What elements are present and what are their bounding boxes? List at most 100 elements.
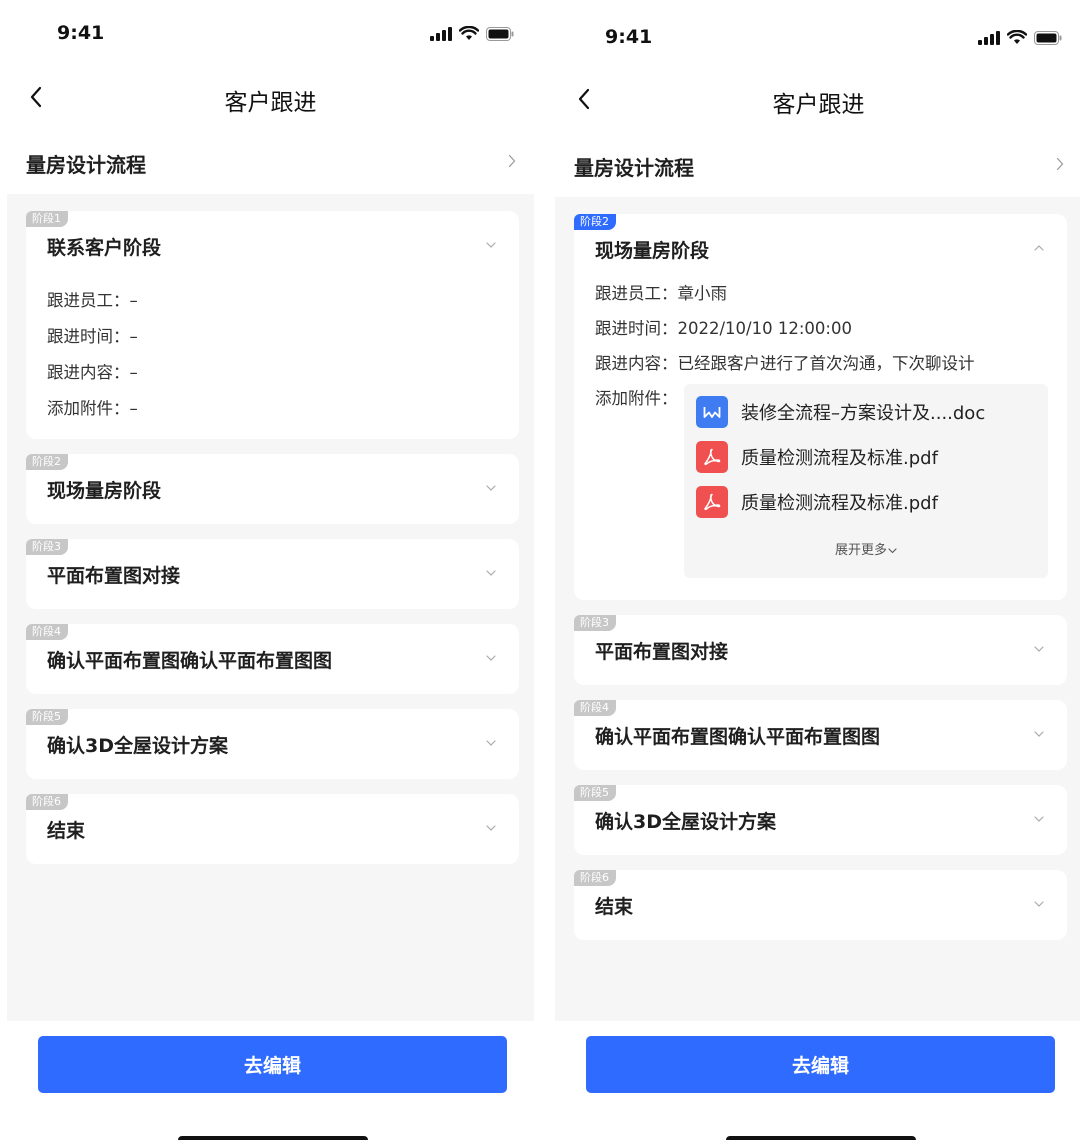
stage-card-2[interactable]: 阶段2 现场量房阶段 (26, 454, 519, 524)
flow-selector[interactable]: 量房设计流程 (7, 132, 534, 192)
stage-tag: 阶段1 (26, 211, 68, 227)
staff-row: 跟进员工：– (47, 287, 138, 311)
edit-button[interactable]: 去编辑 (38, 1036, 507, 1093)
time-value: – (129, 327, 138, 346)
content-label: 跟进内容： (47, 363, 130, 382)
stage-tag: 阶段6 (26, 794, 68, 810)
chevron-down-icon[interactable] (1033, 900, 1045, 908)
stage-name: 平面布置图对接 (47, 565, 181, 587)
status-time: 9:41 (605, 26, 653, 48)
file-item[interactable]: 质量检测流程及标准.pdf (696, 441, 938, 473)
battery-icon (486, 26, 514, 41)
staff-label: 跟进员工： (595, 284, 678, 303)
status-icons (430, 26, 514, 41)
stage-name: 平面布置图对接 (595, 641, 729, 663)
content-row: 跟进内容：– (47, 359, 138, 383)
expand-more-button[interactable]: 展开更多 (684, 539, 1048, 558)
stage-tag: 阶段2 (574, 214, 616, 230)
stage-tag: 阶段3 (574, 615, 616, 631)
chevron-right-icon (508, 154, 516, 168)
file-name: 质量检测流程及标准.pdf (741, 448, 938, 469)
content-label: 跟进内容： (595, 354, 678, 373)
battery-icon (1034, 30, 1062, 45)
chevron-down-icon[interactable] (485, 484, 497, 492)
status-time: 9:41 (57, 22, 105, 44)
stage-name: 结束 (595, 896, 634, 918)
stage-card-4[interactable]: 阶段4 确认平面布置图确认平面布置图图 (26, 624, 519, 694)
pdf-icon (696, 441, 728, 473)
flow-label: 量房设计流程 (574, 156, 694, 180)
stage-card-3[interactable]: 阶段3 平面布置图对接 (574, 615, 1067, 685)
home-indicator (726, 1136, 916, 1140)
content-row: 跟进内容：已经跟客户进行了首次沟通，下次聊设计 (595, 350, 975, 374)
pdf-icon (696, 486, 728, 518)
chevron-down-icon[interactable] (1033, 815, 1045, 823)
wifi-icon (459, 26, 479, 40)
time-row: 跟进时间：– (47, 323, 138, 347)
stage-tag: 阶段4 (26, 624, 68, 640)
nav-bar: 客户跟进 (7, 72, 534, 124)
flow-label: 量房设计流程 (26, 153, 146, 177)
signal-icon (978, 30, 1000, 45)
stage-card-2[interactable]: 阶段2 现场量房阶段 跟进员工：章小雨 跟进时间：2022/10/10 12:0… (574, 214, 1067, 600)
page-title: 客户跟进 (772, 92, 865, 118)
time-value: 2022/10/10 12:00:00 (677, 319, 852, 338)
time-label: 跟进时间： (595, 319, 678, 338)
file-item[interactable]: 装修全流程–方案设计及....doc (696, 396, 985, 428)
stage-name: 结束 (47, 820, 86, 842)
stage-tag: 阶段3 (26, 539, 68, 555)
file-name: 装修全流程–方案设计及....doc (741, 403, 986, 424)
chevron-down-icon[interactable] (485, 654, 497, 662)
attachment-panel: 装修全流程–方案设计及....doc 质量检测流程及标准.pdf 质量检测流程及… (684, 384, 1048, 578)
content-value: 已经跟客户进行了首次沟通，下次聊设计 (677, 354, 975, 373)
stage-name: 确认平面布置图确认平面布置图图 (47, 650, 333, 672)
attachment-label: 添加附件： (47, 399, 130, 418)
status-icons (978, 30, 1062, 45)
chevron-down-icon[interactable] (485, 569, 497, 577)
stage-card-6[interactable]: 阶段6 结束 (26, 794, 519, 864)
edit-button[interactable]: 去编辑 (586, 1036, 1055, 1093)
chevron-up-icon[interactable] (1033, 244, 1045, 252)
time-row: 跟进时间：2022/10/10 12:00:00 (595, 315, 852, 339)
staff-row: 跟进员工：章小雨 (595, 280, 727, 304)
stage-card-6[interactable]: 阶段6 结束 (574, 870, 1067, 940)
chevron-down-icon[interactable] (485, 241, 497, 249)
stage-tag: 阶段5 (574, 785, 616, 801)
stage-name: 确认3D全屋设计方案 (47, 735, 228, 757)
stage-tag: 阶段5 (26, 709, 68, 725)
stage-card-5[interactable]: 阶段5 确认3D全屋设计方案 (26, 709, 519, 779)
status-bar: 9:41 (555, 0, 1080, 70)
staff-value: 章小雨 (677, 284, 728, 303)
stage-tag: 阶段4 (574, 700, 616, 716)
flow-selector[interactable]: 量房设计流程 (555, 135, 1080, 195)
attachment-value: – (129, 399, 138, 418)
stage-list: 阶段2 现场量房阶段 跟进员工：章小雨 跟进时间：2022/10/10 12:0… (555, 197, 1080, 1021)
stage-card-3[interactable]: 阶段3 平面布置图对接 (26, 539, 519, 609)
file-item[interactable]: 质量检测流程及标准.pdf (696, 486, 938, 518)
nav-bar: 客户跟进 (555, 74, 1080, 126)
home-indicator (178, 1136, 368, 1140)
chevron-right-icon (1056, 157, 1064, 171)
stage-card-5[interactable]: 阶段5 确认3D全屋设计方案 (574, 785, 1067, 855)
staff-value: – (129, 291, 138, 310)
file-name: 质量检测流程及标准.pdf (741, 493, 938, 514)
attachment-row: 添加附件：– (47, 395, 138, 419)
stage-name: 现场量房阶段 (595, 240, 710, 262)
chevron-down-icon[interactable] (485, 824, 497, 832)
expand-more-label: 展开更多 (834, 543, 887, 558)
word-doc-icon (696, 396, 728, 428)
left-screen: 9:41 客户跟进 量房设计流程 阶段1 联系客户阶段 跟进员工：– 跟进时间：… (7, 0, 534, 1140)
staff-label: 跟进员工： (47, 291, 130, 310)
content-value: – (129, 363, 138, 382)
attachment-row: 添加附件： (595, 385, 678, 409)
stage-card-4[interactable]: 阶段4 确认平面布置图确认平面布置图图 (574, 700, 1067, 770)
stage-name: 确认3D全屋设计方案 (595, 811, 776, 833)
chevron-down-icon[interactable] (1033, 645, 1045, 653)
stage-name: 联系客户阶段 (47, 237, 162, 259)
stage-card-1[interactable]: 阶段1 联系客户阶段 跟进员工：– 跟进时间：– 跟进内容：– 添加附件：– (26, 211, 519, 439)
chevron-down-icon (888, 547, 897, 553)
chevron-down-icon[interactable] (485, 739, 497, 747)
chevron-down-icon[interactable] (1033, 730, 1045, 738)
right-screen: 9:41 客户跟进 量房设计流程 阶段2 现场量房阶段 跟进员工：章小雨 跟进时… (555, 0, 1080, 1140)
status-bar: 9:41 (7, 0, 534, 70)
